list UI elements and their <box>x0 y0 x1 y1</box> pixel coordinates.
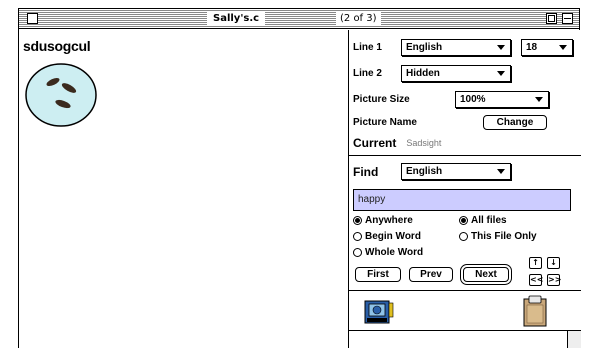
radio-anywhere-label: Anywhere <box>365 215 413 226</box>
chevron-down-icon <box>535 97 543 102</box>
radio-whole-word-label: Whole Word <box>365 247 424 258</box>
next-button[interactable]: Next <box>463 267 509 282</box>
line2-value: Hidden <box>406 68 440 79</box>
panel-divider <box>349 330 581 331</box>
card-content: sdusogcul <box>19 30 348 348</box>
change-button[interactable]: Change <box>483 115 547 130</box>
line1-label: Line 1 <box>353 42 382 53</box>
radio-dot <box>353 248 362 257</box>
panel-divider <box>349 290 581 291</box>
nav-down-button[interactable]: ↓ <box>547 257 560 269</box>
line2-label: Line 2 <box>353 68 382 79</box>
radio-all-files-label: All files <box>471 215 507 226</box>
line1-language-value: English <box>406 42 443 53</box>
picture-size-select[interactable]: 100% <box>455 91 549 108</box>
find-language-value: English <box>406 166 443 177</box>
card-word: sdusogcul <box>23 38 91 54</box>
panel-divider <box>349 155 581 156</box>
resize-box[interactable] <box>567 331 581 348</box>
picture-size-value: 100% <box>460 94 486 105</box>
current-label: Current <box>353 136 397 150</box>
zoom-box[interactable] <box>546 13 557 24</box>
radio-anywhere[interactable]: Anywhere <box>353 215 413 226</box>
chevron-down-icon <box>559 45 567 50</box>
line1-size-value: 18 <box>526 42 538 53</box>
radio-whole-word[interactable]: Whole Word <box>353 247 423 258</box>
picture-body <box>25 63 97 127</box>
document-window: Sally's.c (2 of 3) sdusogcul Line 1 Engl… <box>18 8 581 348</box>
radio-this-file-only[interactable]: This File Only <box>459 231 537 242</box>
nav-last-button[interactable]: >> <box>547 274 561 286</box>
radio-begin-word-label: Begin Word <box>365 231 421 242</box>
card-picture <box>25 63 97 127</box>
radio-this-file-only-label: This File Only <box>471 231 537 242</box>
find-input[interactable]: happy <box>353 189 571 211</box>
collapse-box[interactable] <box>562 13 573 24</box>
picture-size-label: Picture Size <box>353 94 410 105</box>
line1-language-select[interactable]: English <box>401 39 511 56</box>
radio-dot <box>459 232 468 241</box>
line1-size-select[interactable]: 18 <box>521 39 573 56</box>
nav-up-button[interactable]: ↑ <box>529 257 542 269</box>
chevron-down-icon <box>497 45 505 50</box>
radio-begin-word[interactable]: Begin Word <box>353 231 421 242</box>
find-language-select[interactable]: English <box>401 163 511 180</box>
line2-select[interactable]: Hidden <box>401 65 511 82</box>
first-button[interactable]: First <box>355 267 401 282</box>
reel-icon[interactable] <box>363 297 395 327</box>
radio-dot <box>353 216 362 225</box>
radio-dot <box>459 216 468 225</box>
current-row: Current Sadsight <box>353 136 441 150</box>
chevron-down-icon <box>497 71 505 76</box>
prev-button[interactable]: Prev <box>409 267 453 282</box>
page-indicator: (2 of 3) <box>336 11 381 26</box>
picture-name-label: Picture Name <box>353 117 417 128</box>
title-bar[interactable]: Sally's.c (2 of 3) <box>19 9 579 29</box>
clipboard-icon[interactable] <box>522 295 548 327</box>
chevron-down-icon <box>497 169 505 174</box>
radio-dot <box>353 232 362 241</box>
close-box[interactable] <box>27 13 38 24</box>
find-label: Find <box>353 165 379 179</box>
current-value: Sadsight <box>406 138 442 148</box>
window-title: Sally's.c <box>207 11 266 26</box>
control-panel: Line 1 English 18 Line 2 Hidden Picture … <box>348 30 581 348</box>
nav-first-button[interactable]: << <box>529 274 543 286</box>
radio-all-files[interactable]: All files <box>459 215 507 226</box>
